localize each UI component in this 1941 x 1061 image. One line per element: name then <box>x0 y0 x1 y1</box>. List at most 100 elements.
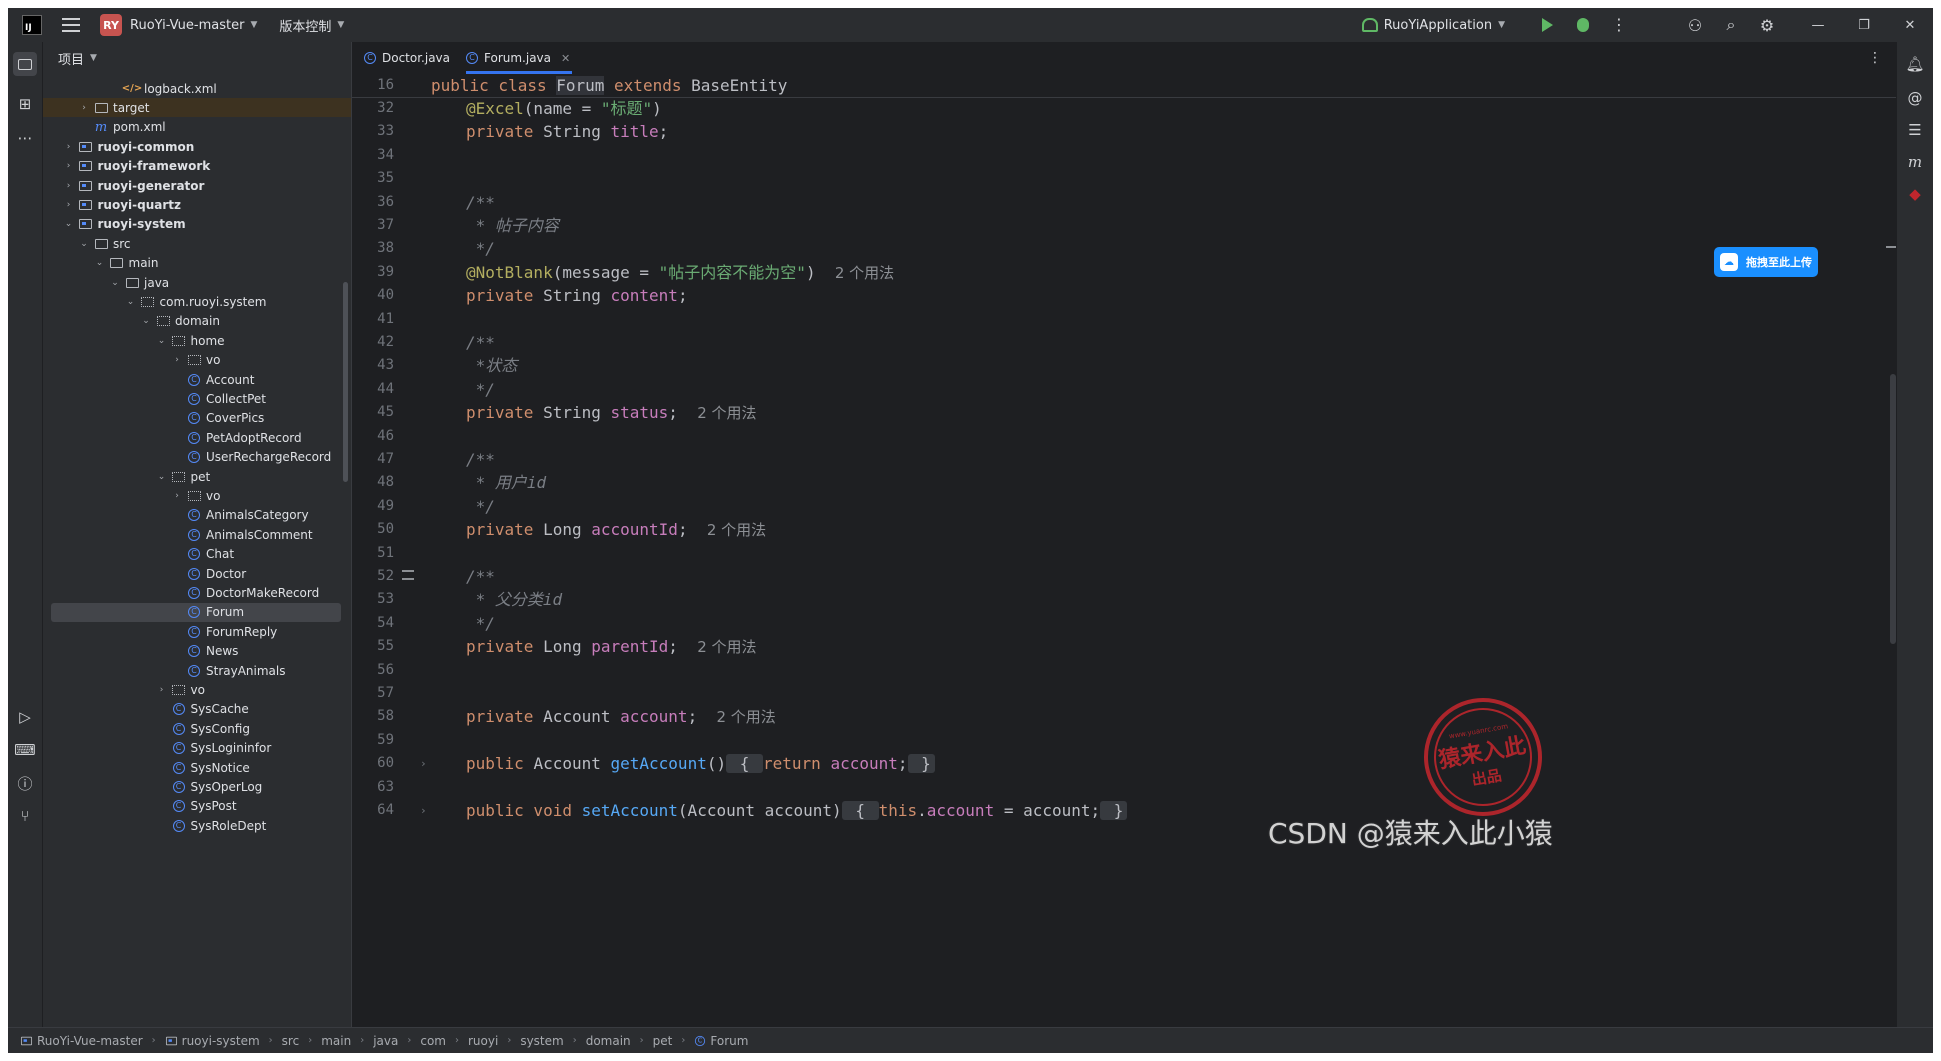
chevron-down-icon[interactable]: ▼ <box>90 53 97 63</box>
code-editor[interactable]: ▲ 5 ︿ ﹀ 32@Excel(name = "标题")33private S… <box>352 74 1898 1027</box>
tree-item[interactable]: ⌄ pet <box>43 467 343 486</box>
notifications-button[interactable]: 🔔︎ <box>1903 52 1927 76</box>
breadcrumb-item[interactable]: main <box>321 1034 351 1048</box>
tab-actions-button[interactable]: ⋮ <box>1868 50 1882 66</box>
chevron-down-icon[interactable]: ▼ <box>337 20 344 30</box>
chevron-right-icon[interactable]: › <box>63 200 75 210</box>
minimize-button[interactable]: — <box>1795 8 1841 42</box>
folded-region[interactable]: { <box>841 801 879 820</box>
drag-upload-button[interactable]: ☁ 拖拽至此上传 <box>1714 247 1818 277</box>
breadcrumb-item[interactable]: RuoYi-Vue-master <box>20 1034 143 1048</box>
chevron-right-icon[interactable]: › <box>63 181 75 191</box>
project-scrollbar[interactable] <box>343 282 348 482</box>
tree-item[interactable]: C AnimalsComment <box>43 525 343 544</box>
project-tool-button[interactable] <box>13 52 37 76</box>
search-button[interactable]: ⌕ <box>1713 8 1749 42</box>
database-button[interactable]: ☰ <box>1903 118 1927 142</box>
folded-region[interactable]: } <box>1100 801 1128 820</box>
run-button[interactable] <box>1529 8 1565 42</box>
chevron-down-icon[interactable]: ⌄ <box>156 336 168 346</box>
breadcrumb-item[interactable]: src <box>282 1034 300 1048</box>
tree-item[interactable]: › ruoyi-quartz <box>43 195 343 214</box>
tree-item[interactable]: ⌄ home <box>43 331 343 350</box>
tree-item[interactable]: C SysRoleDept <box>43 816 343 835</box>
tree-item[interactable]: C SysOperLog <box>43 777 343 796</box>
restore-button[interactable]: ❐ <box>1841 8 1887 42</box>
chevron-down-icon[interactable]: ⌄ <box>156 472 168 482</box>
tree-item[interactable]: C News <box>43 642 343 661</box>
main-menu-button[interactable] <box>62 18 80 32</box>
vcs-menu[interactable]: 版本控制 <box>279 16 331 35</box>
maven-button[interactable]: m <box>1903 150 1927 174</box>
tree-item[interactable]: C SysLogininfor <box>43 739 343 758</box>
breadcrumb-item[interactable]: ruoyi <box>468 1034 498 1048</box>
breadcrumb-item[interactable]: system <box>520 1034 563 1048</box>
chevron-right-icon[interactable]: › <box>156 685 168 695</box>
tree-item[interactable]: </> logback.xml <box>43 79 343 98</box>
tree-item[interactable]: ⌄ java <box>43 273 343 292</box>
tree-item[interactable]: C Doctor <box>43 564 343 583</box>
chevron-right-icon[interactable]: › <box>78 103 90 113</box>
tree-item[interactable]: C UserRechargeRecord <box>43 448 343 467</box>
tree-item[interactable]: C CoverPics <box>43 409 343 428</box>
usages-hint[interactable]: 2 个用法 <box>697 404 756 422</box>
chevron-right-icon[interactable]: › <box>63 161 75 171</box>
folded-region[interactable]: { <box>726 754 763 774</box>
breadcrumb-item[interactable]: ruoyi-system <box>165 1034 260 1048</box>
ai-assistant-button[interactable]: @ <box>1903 86 1927 110</box>
debug-button[interactable] <box>1565 8 1601 42</box>
chevron-down-icon[interactable]: ⌄ <box>78 239 90 249</box>
structure-tool-button[interactable]: ⊞ <box>13 92 37 116</box>
breadcrumb-item[interactable]: java <box>373 1034 398 1048</box>
breadcrumb-item[interactable]: com <box>420 1034 446 1048</box>
tree-item[interactable]: › ruoyi-framework <box>43 157 343 176</box>
tree-item[interactable]: C ForumReply <box>43 622 343 641</box>
tree-item[interactable]: ⌄ src <box>43 234 343 253</box>
tree-item[interactable]: C SysNotice <box>43 758 343 777</box>
close-window-button[interactable]: ✕ <box>1887 8 1933 42</box>
tree-item[interactable]: › ruoyi-generator <box>43 176 343 195</box>
tree-item[interactable]: ⌄ ruoyi-system <box>43 215 343 234</box>
tree-item[interactable]: › vo <box>43 680 343 699</box>
chevron-down-icon[interactable]: ▼ <box>250 20 257 30</box>
fold-toggle-icon[interactable]: › <box>420 752 427 775</box>
tab-doctor-java[interactable]: C Doctor.java <box>364 42 450 74</box>
git-tool-button[interactable]: ⑂ <box>13 804 37 828</box>
plugin-button[interactable]: ◆ <box>1903 182 1927 206</box>
tree-item[interactable]: › ruoyi-common <box>43 137 343 156</box>
sticky-class-header[interactable]: 16 public class Forum extends BaseEntity <box>352 74 1898 98</box>
tree-item[interactable]: C DoctorMakeRecord <box>43 583 343 602</box>
fold-toggle-icon[interactable]: › <box>420 799 427 822</box>
tree-item[interactable]: › target <box>43 98 351 118</box>
tree-item[interactable]: C CollectPet <box>43 389 343 408</box>
tree-item[interactable]: C StrayAnimals <box>43 661 343 680</box>
terminal-tool-button[interactable]: ⌨ <box>13 738 37 762</box>
chevron-down-icon[interactable]: ⌄ <box>125 297 137 307</box>
usages-hint[interactable]: 2 个用法 <box>835 264 894 282</box>
breadcrumb-item[interactable]: domain <box>586 1034 631 1048</box>
more-actions-button[interactable]: ⋮ <box>1601 8 1637 42</box>
tree-item[interactable]: C SysConfig <box>43 719 343 738</box>
project-badge[interactable]: RY <box>100 14 122 36</box>
chevron-down-icon[interactable]: ⌄ <box>63 219 75 229</box>
usages-hint[interactable]: 2 个用法 <box>707 521 766 539</box>
breadcrumb-item[interactable]: pet <box>653 1034 673 1048</box>
tree-item[interactable]: › vo <box>43 486 343 505</box>
usages-hint[interactable]: 2 个用法 <box>697 638 756 656</box>
tree-item[interactable]: ⌄ com.ruoyi.system <box>43 292 343 311</box>
tree-item[interactable]: C AnimalsCategory <box>43 506 343 525</box>
render-doc-icon[interactable] <box>402 570 414 580</box>
usages-hint[interactable]: 2 个用法 <box>716 708 775 726</box>
tree-item[interactable]: › vo <box>43 351 343 370</box>
tree-item[interactable]: m pom.xml <box>43 118 343 137</box>
tree-item[interactable]: ⌄ main <box>43 254 343 273</box>
tree-item[interactable]: C Forum <box>51 602 341 622</box>
project-switcher[interactable]: RuoYi-Vue-master <box>130 18 244 33</box>
services-tool-button[interactable]: ▷ <box>13 705 37 729</box>
chevron-down-icon[interactable]: ⌄ <box>94 258 106 268</box>
chevron-right-icon[interactable]: › <box>171 491 183 501</box>
tree-item[interactable]: C SysPost <box>43 797 343 816</box>
chevron-down-icon[interactable]: ⌄ <box>140 316 152 326</box>
chevron-right-icon[interactable]: › <box>63 142 75 152</box>
breadcrumb-item[interactable]: C Forum <box>694 1034 748 1048</box>
